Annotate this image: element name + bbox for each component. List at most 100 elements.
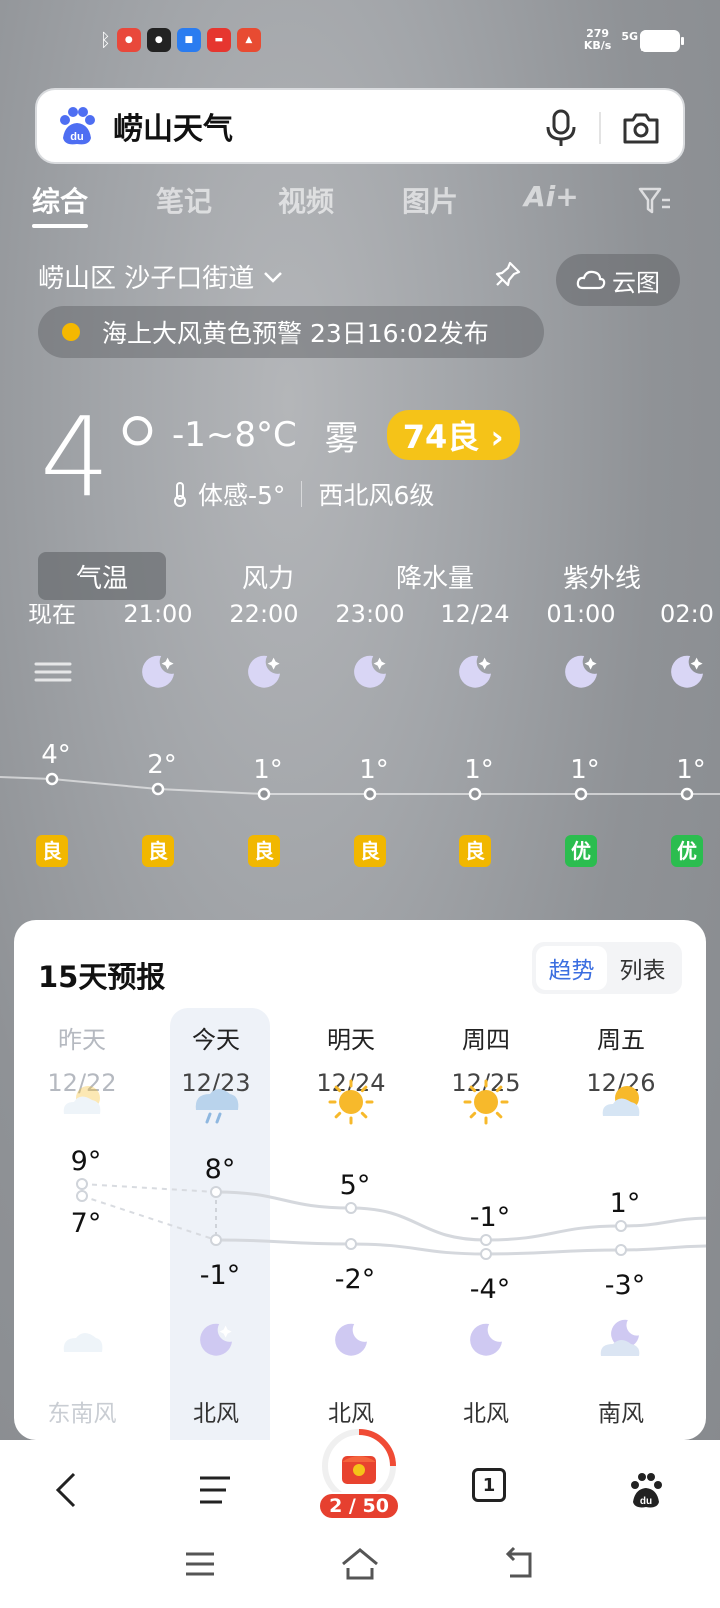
tab-notes[interactable]: 笔记	[156, 180, 212, 220]
metric-tab-temperature[interactable]: 气温	[38, 552, 166, 600]
alert-text: 海上大风黄色预警 23日16:02发布	[102, 319, 489, 348]
tabs-count-button[interactable]: 1	[472, 1468, 506, 1502]
forecast-day[interactable]: 今天 12/23	[156, 920, 276, 1097]
forecast-wind: 东南风	[47, 1401, 117, 1427]
system-menu-icon[interactable]	[180, 1544, 220, 1584]
menu-icon[interactable]	[196, 1470, 236, 1510]
hourly-point	[257, 787, 271, 801]
location-selector[interactable]: 崂山区 沙子口街道	[38, 258, 284, 295]
hourly-temp: 1°	[676, 755, 706, 785]
forecast-day[interactable]: 昨天 12/22	[22, 920, 142, 1097]
moon-icon	[354, 655, 386, 688]
low-temp-point	[345, 1238, 357, 1250]
high-temp: 9°	[71, 1146, 102, 1177]
app-notification-icon: ●	[116, 28, 141, 52]
moon-icon	[142, 655, 174, 688]
metric-tab-precipitation[interactable]: 降水量	[371, 552, 499, 600]
alert-dot-icon	[62, 323, 80, 341]
search-bar[interactable]: du 崂山天气	[35, 88, 685, 164]
air-quality-badge: 良	[354, 835, 386, 867]
forecast-wind: 北风	[463, 1401, 509, 1427]
hourly-temp: 1°	[253, 755, 283, 785]
aqi-badge[interactable]: 74良 ›	[386, 410, 520, 460]
low-temp: -3°	[605, 1270, 645, 1301]
network-type: 5G	[621, 29, 638, 43]
tab-all[interactable]: 综合	[32, 180, 89, 228]
forecast-date: 12/26	[586, 1069, 656, 1097]
hourly-time: 21:00	[123, 604, 192, 628]
forecast-day[interactable]: 明天 12/24	[291, 920, 411, 1097]
system-home-icon[interactable]	[340, 1544, 380, 1584]
hourly-point	[151, 782, 165, 796]
moon-icon	[470, 1323, 502, 1356]
system-back-icon[interactable]	[500, 1544, 540, 1584]
forecast-date: 12/23	[181, 1069, 251, 1097]
svg-text:优: 优	[677, 839, 697, 863]
svg-text:良: 良	[42, 839, 62, 863]
svg-text:良: 良	[465, 839, 485, 863]
cloud-map-label: 云图	[612, 268, 660, 297]
app-notification-icon: ■	[176, 28, 201, 52]
cloudy-night-icon	[600, 1319, 640, 1356]
forecast-date: 12/24	[316, 1069, 386, 1097]
metric-tab-wind[interactable]: 风力	[204, 552, 332, 600]
current-temperature: 4°	[40, 393, 165, 521]
app-notification-icon: ▬	[206, 28, 231, 52]
tab-videos[interactable]: 视频	[278, 180, 334, 220]
forecast-day[interactable]: 周四 12/25	[426, 920, 546, 1097]
moon-icon	[335, 1323, 367, 1356]
fog-icon	[34, 662, 72, 682]
metric-tab-uv[interactable]: 紫外线	[538, 552, 666, 600]
high-temp: 5°	[340, 1170, 371, 1201]
low-temp: -2°	[335, 1264, 375, 1295]
chevron-down-icon	[264, 271, 283, 283]
moon-icon	[671, 655, 703, 688]
cloud-map-button[interactable]: 云图	[556, 254, 680, 306]
cloud-map-icon	[576, 270, 606, 290]
location-name: 崂山区 沙子口街道	[38, 264, 255, 294]
high-temp: 1°	[610, 1188, 641, 1219]
network-speed: 279 KB/s	[583, 27, 612, 52]
forecast-day[interactable]: 周五 12/26	[561, 920, 681, 1097]
forecast-day-name: 今天	[192, 1026, 240, 1054]
low-temp: -4°	[470, 1274, 510, 1305]
hourly-temp: 2°	[147, 750, 177, 780]
forecast-date: 12/22	[47, 1069, 117, 1097]
hourly-forecast[interactable]: 现在 4° 良 21:00 2° 良 22:00 1° 良 23:00 1° 良 12/24 1° 良 01:…	[0, 604, 720, 904]
baidu-home-icon[interactable]: du	[626, 1470, 666, 1510]
microphone-icon[interactable]	[543, 108, 579, 148]
hourly-point	[574, 787, 588, 801]
bottom-navigation: 2 / 50 1 du	[0, 1429, 720, 1608]
hourly-point	[680, 787, 694, 801]
hourly-time: 12/24	[440, 604, 509, 628]
svg-text:良: 良	[254, 839, 274, 863]
hourly-temp: 1°	[464, 755, 494, 785]
temperature-range: -1~8°C	[172, 415, 297, 455]
air-quality-badge: 良	[142, 835, 174, 867]
filter-icon[interactable]	[638, 186, 672, 216]
tab-ai[interactable]: Ai+	[524, 180, 579, 213]
camera-icon[interactable]	[621, 110, 661, 146]
weather-alert[interactable]: 海上大风黄色预警 23日16:02发布	[38, 306, 544, 358]
metric-tabs: 气温 风力 降水量 紫外线	[38, 552, 678, 600]
search-query[interactable]: 崂山天气	[113, 104, 233, 148]
air-quality-badge: 优	[671, 835, 703, 867]
pin-icon[interactable]	[494, 260, 522, 288]
hourly-temp: 4°	[41, 740, 71, 770]
moon-icon	[611, 1319, 640, 1348]
low-temp-point	[480, 1248, 492, 1260]
moon-icon	[565, 655, 597, 688]
reward-progress-badge[interactable]: 2 / 50	[318, 1492, 400, 1520]
forecast-day-name: 周五	[597, 1026, 645, 1054]
battery-icon	[640, 30, 684, 52]
air-quality-badge: 优	[565, 835, 597, 867]
hourly-point	[363, 787, 377, 801]
hourly-time: 现在	[28, 604, 76, 628]
feels-like: 体感-5°	[198, 481, 286, 510]
current-details: 体感-5° 西北风6级	[172, 476, 434, 512]
forecast-wind: 北风	[193, 1401, 239, 1427]
tab-images[interactable]: 图片	[402, 180, 458, 220]
back-icon[interactable]	[48, 1470, 88, 1510]
hourly-point	[45, 772, 59, 786]
baidu-logo-icon: du	[60, 107, 95, 145]
